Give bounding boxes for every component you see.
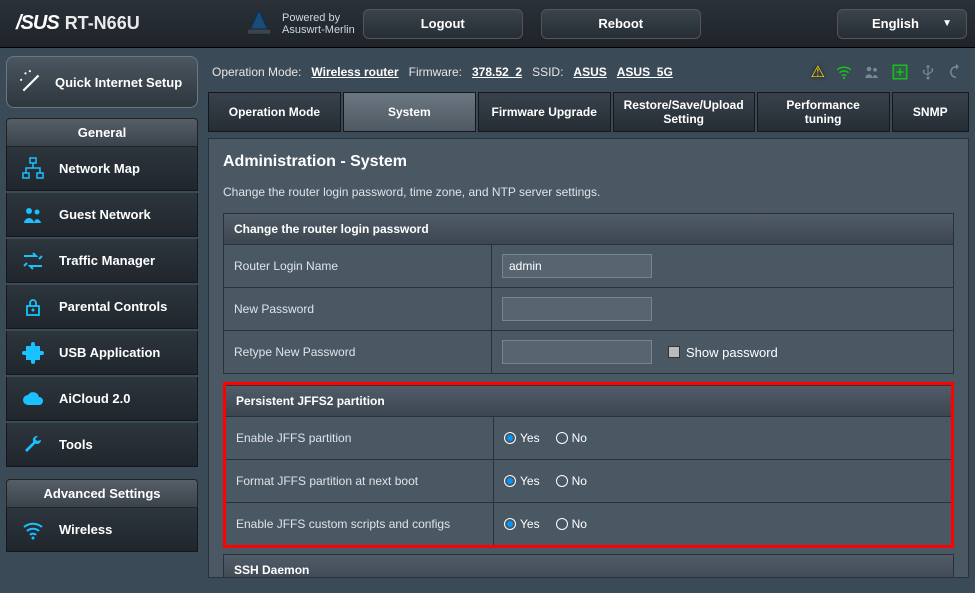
language-button[interactable]: English ▼ — [837, 9, 967, 39]
guest-network-icon — [21, 203, 45, 227]
format-jffs-no[interactable]: No — [556, 474, 587, 488]
tab-snmp[interactable]: SNMP — [892, 92, 969, 132]
quick-internet-setup-button[interactable]: Quick Internet Setup — [6, 56, 198, 108]
operation-mode-link[interactable]: Wireless router — [311, 65, 398, 79]
sidebar-item-traffic-manager[interactable]: Traffic Manager — [6, 239, 198, 283]
show-password-checkbox[interactable]: Show password — [668, 345, 778, 360]
wifi-status-icon[interactable] — [835, 63, 853, 81]
wrench-icon — [21, 433, 45, 457]
chevron-down-icon: ▼ — [942, 18, 952, 29]
format-jffs-yes[interactable]: Yes — [504, 474, 540, 488]
tab-performance-tuning[interactable]: Performance tuning — [757, 92, 890, 132]
tab-restore-save-upload[interactable]: Restore/Save/Upload Setting — [613, 92, 755, 132]
sidebar-item-label: USB Application — [59, 345, 160, 360]
refresh-icon[interactable] — [947, 63, 965, 81]
firmware-link[interactable]: 378.52_2 — [472, 65, 522, 79]
radio-icon — [504, 475, 516, 487]
sidebar-item-label: Network Map — [59, 161, 140, 176]
enable-jffs-yes[interactable]: Yes — [504, 431, 540, 445]
puzzle-icon — [21, 341, 45, 365]
tab-firmware-upgrade[interactable]: Firmware Upgrade — [478, 92, 611, 132]
checkbox-icon — [668, 346, 680, 358]
traffic-manager-icon — [21, 249, 45, 273]
wifi-icon — [21, 518, 45, 542]
enable-scripts-yes[interactable]: Yes — [504, 517, 540, 531]
cloud-icon — [21, 387, 45, 411]
users-icon[interactable] — [863, 63, 881, 81]
login-name-input[interactable] — [502, 254, 652, 278]
show-password-label: Show password — [686, 345, 778, 360]
radio-icon — [556, 475, 568, 487]
sidebar-item-label: Traffic Manager — [59, 253, 155, 268]
retype-password-label: Retype New Password — [224, 331, 492, 373]
sidebar-item-usb-application[interactable]: USB Application — [6, 331, 198, 375]
new-password-input[interactable] — [502, 297, 652, 321]
sidebar-item-label: Parental Controls — [59, 299, 167, 314]
page-title: Administration - System — [223, 153, 954, 171]
ssh-section-header: SSH Daemon — [223, 554, 954, 578]
ssid-link-b[interactable]: ASUS_5G — [617, 65, 673, 79]
ssid-link-a[interactable]: ASUS — [573, 65, 606, 79]
sidebar-item-label: Tools — [59, 437, 93, 452]
tab-system[interactable]: System — [343, 92, 476, 132]
enable-jffs-scripts-label: Enable JFFS custom scripts and configs — [226, 503, 494, 545]
asus-logo: /SUS — [8, 12, 59, 35]
enable-jffs-label: Enable JFFS partition — [226, 417, 494, 459]
wan-icon[interactable] — [891, 63, 909, 81]
sidebar-item-parental-controls[interactable]: Parental Controls — [6, 285, 198, 329]
powered-by-line: Powered by — [282, 12, 355, 24]
new-password-label: New Password — [224, 288, 492, 330]
sidebar-item-network-map[interactable]: Network Map — [6, 147, 198, 191]
lock-icon — [21, 295, 45, 319]
enable-scripts-no[interactable]: No — [556, 517, 587, 531]
general-header: General — [6, 118, 198, 147]
jffs-highlight-box: Persistent JFFS2 partition Enable JFFS p… — [223, 382, 954, 548]
usb-icon[interactable] — [919, 63, 937, 81]
sidebar-item-aicloud[interactable]: AiCloud 2.0 — [6, 377, 198, 421]
ssid-label: SSID: — [532, 65, 563, 79]
language-label: English — [872, 16, 919, 31]
logout-button[interactable]: Logout — [363, 9, 523, 39]
reboot-button[interactable]: Reboot — [541, 9, 701, 39]
powered-by-name: Asuswrt-Merlin — [282, 24, 355, 36]
page-desc: Change the router login password, time z… — [223, 185, 954, 199]
sidebar-item-wireless[interactable]: Wireless — [6, 508, 198, 552]
quick-setup-label: Quick Internet Setup — [55, 75, 182, 90]
radio-icon — [556, 518, 568, 530]
sidebar-item-label: Wireless — [59, 522, 112, 537]
network-map-icon — [21, 157, 45, 181]
radio-icon — [504, 432, 516, 444]
radio-icon — [504, 518, 516, 530]
merlin-icon — [242, 7, 276, 41]
operation-mode-label: Operation Mode: — [212, 65, 301, 79]
jffs-section-header: Persistent JFFS2 partition — [226, 385, 951, 417]
radio-icon — [556, 432, 568, 444]
model-label: RT-N66U — [65, 13, 140, 34]
tab-operation-mode[interactable]: Operation Mode — [208, 92, 341, 132]
format-jffs-label: Format JFFS partition at next boot — [226, 460, 494, 502]
login-section-header: Change the router login password — [223, 213, 954, 245]
advanced-header: Advanced Settings — [6, 479, 198, 508]
sidebar-item-tools[interactable]: Tools — [6, 423, 198, 467]
login-name-label: Router Login Name — [224, 245, 492, 287]
enable-jffs-no[interactable]: No — [556, 431, 587, 445]
sidebar-item-guest-network[interactable]: Guest Network — [6, 193, 198, 237]
sidebar-item-label: AiCloud 2.0 — [59, 391, 131, 406]
warning-icon[interactable]: ⚠ — [811, 62, 825, 82]
wand-icon — [19, 69, 45, 95]
firmware-label: Firmware: — [409, 65, 462, 79]
sidebar-item-label: Guest Network — [59, 207, 151, 222]
retype-password-input[interactable] — [502, 340, 652, 364]
